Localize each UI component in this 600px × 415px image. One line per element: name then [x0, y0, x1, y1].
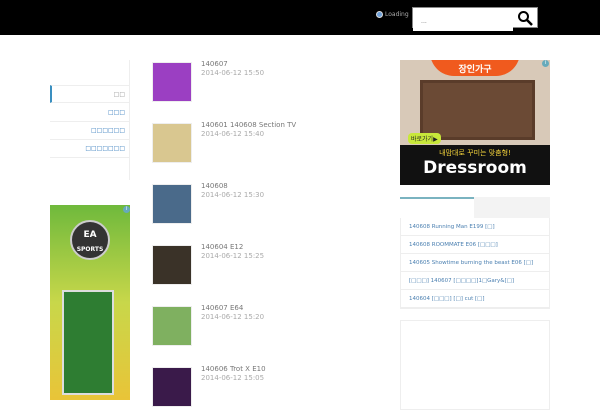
post-date: 2014-06-12 15:05	[201, 374, 265, 382]
post-title[interactable]: 140607 E64	[201, 304, 243, 312]
top-bar: Loading	[0, 0, 600, 35]
post-item[interactable]: 140601 140608 Section TV 2014-06-12 15:4…	[150, 121, 380, 171]
nav-item[interactable]: □□□	[50, 104, 130, 122]
post-item[interactable]: 140604 E12 2014-06-12 15:25	[150, 243, 380, 293]
post-date: 2014-06-12 15:25	[201, 252, 265, 260]
post-title[interactable]: 140606 Trot X E10	[201, 365, 266, 373]
search-box	[412, 7, 538, 31]
search-input[interactable]	[413, 12, 513, 31]
widget-box	[400, 320, 550, 410]
nav-item[interactable]: □□□□□□□	[50, 140, 130, 158]
ad-brand: Dressroom	[423, 158, 527, 178]
list-item[interactable]: 140608 ROOMMATE E06 [□□□]	[401, 236, 549, 254]
post-thumbnail[interactable]	[152, 245, 192, 285]
post-title[interactable]: 140607	[201, 60, 228, 68]
post-date: 2014-06-12 15:50	[201, 69, 265, 77]
popular-list: 140608 Running Man E199 [□] 140608 ROOMM…	[400, 218, 550, 309]
post-item[interactable]: 140607 2014-06-12 15:50	[150, 60, 380, 110]
globe-icon	[376, 11, 383, 18]
post-item[interactable]: 140606 Trot X E10 2014-06-12 15:05	[150, 365, 380, 415]
nav-item[interactable]: □□	[50, 85, 130, 103]
post-date: 2014-06-12 15:20	[201, 313, 265, 321]
tab-2[interactable]	[474, 197, 550, 218]
ad-tagline: 내맘대로 꾸미는 맞춤형!	[439, 149, 511, 157]
ad-top-text: 장인가구	[430, 60, 520, 76]
loading-text: Loading	[385, 11, 409, 18]
post-item[interactable]: 140607 E64 2014-06-12 15:20	[150, 304, 380, 354]
post-thumbnail[interactable]	[152, 62, 192, 102]
right-ad-banner[interactable]: 장인가구 바로가기▶ 내맘대로 꾸미는 맞춤형! Dressroom	[400, 60, 550, 185]
loading-indicator: Loading	[376, 11, 409, 18]
post-thumbnail[interactable]	[152, 123, 192, 163]
ad-info-icon[interactable]: i	[123, 206, 130, 213]
nav-item[interactable]: □□□□□□	[50, 122, 130, 140]
list-item[interactable]: 140605 Showtime burning the beast E06 [□…	[401, 254, 549, 272]
ad-info-icon[interactable]: i	[542, 60, 549, 67]
game-box-image	[62, 290, 114, 395]
ea-sports-logo: EA SPORTS	[70, 220, 110, 260]
post-title[interactable]: 140608	[201, 182, 228, 190]
ad-bottom: 내맘대로 꾸미는 맞춤형! Dressroom	[400, 145, 550, 185]
post-thumbnail[interactable]	[152, 367, 192, 407]
post-date: 2014-06-12 15:30	[201, 191, 265, 199]
search-icon[interactable]	[517, 10, 533, 26]
post-thumbnail[interactable]	[152, 184, 192, 224]
list-item[interactable]: 140604 [□□□] [□] cut [□]	[401, 290, 549, 308]
post-date: 2014-06-12 15:40	[201, 130, 265, 138]
post-title[interactable]: 140604 E12	[201, 243, 243, 251]
left-ad-banner[interactable]: EA SPORTS i	[50, 205, 130, 400]
category-nav: □□ □□□ □□□□□□ □□□□□□□	[50, 60, 130, 180]
post-item[interactable]: 140608 2014-06-12 15:30	[150, 182, 380, 232]
list-item[interactable]: [□□□] 140607 [□□□□]1□Gary&[□]	[401, 272, 549, 290]
list-item[interactable]: 140608 Running Man E199 [□]	[401, 218, 549, 236]
ad-go-button[interactable]: 바로가기▶	[408, 133, 441, 144]
closet-image	[420, 80, 535, 140]
post-thumbnail[interactable]	[152, 306, 192, 346]
post-title[interactable]: 140601 140608 Section TV	[201, 121, 296, 129]
tab-1[interactable]	[400, 197, 474, 218]
sidebar-tabs	[400, 197, 550, 218]
